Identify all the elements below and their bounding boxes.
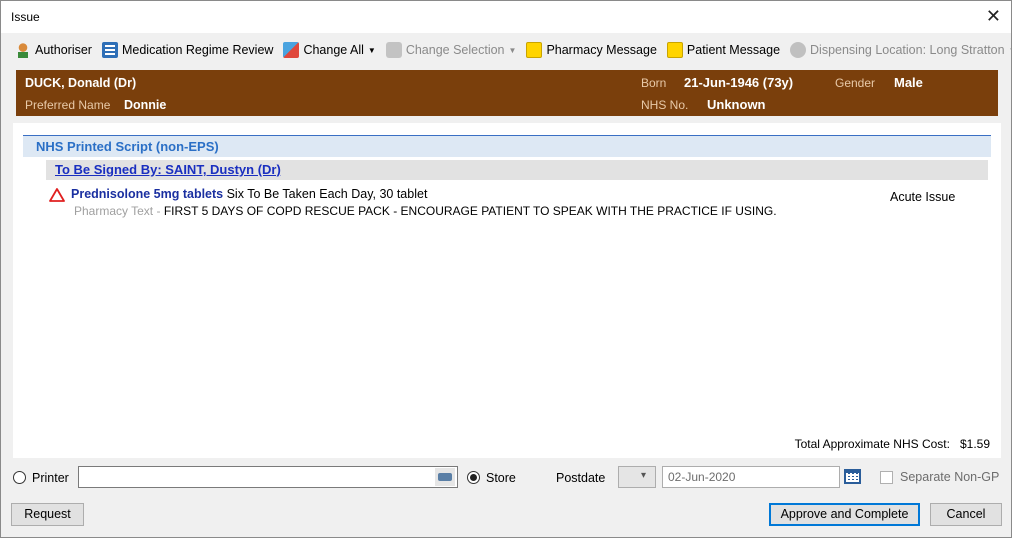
separate-non-gp-label: Separate Non-GP [900, 470, 1000, 484]
signed-by-link[interactable]: To Be Signed By: SAINT, Dustyn (Dr) [55, 162, 281, 177]
patient-message-label: Patient Message [686, 43, 781, 57]
pharmacy-message-button[interactable]: Pharmacy Message [522, 39, 660, 61]
person-icon [15, 42, 31, 58]
calendar-list-icon [101, 42, 118, 58]
request-button[interactable]: Request [11, 503, 84, 526]
printer-input[interactable] [78, 466, 458, 488]
patient-name: DUCK, Donald (Dr) [25, 76, 137, 90]
toolbar: Authoriser Medication Regime Review Chan… [11, 38, 1012, 62]
change-all-button[interactable]: Change All ▼ [279, 39, 379, 61]
issue-dialog: Issue ✕ Authoriser Medication Regime Rev… [0, 0, 1012, 538]
printer-radio[interactable] [13, 471, 26, 484]
pharmacy-message-label: Pharmacy Message [546, 43, 657, 57]
change-selection-label: Change Selection [405, 43, 505, 57]
born-label: Born [641, 76, 667, 90]
section-title: NHS Printed Script (non-EPS) [36, 139, 219, 154]
change-selection-button[interactable]: Change Selection ▼ [382, 39, 521, 61]
signer-row: To Be Signed By: SAINT, Dustyn (Dr) [46, 160, 988, 180]
sticky-note-icon [666, 42, 683, 58]
store-label: Store [486, 471, 516, 485]
section-header: NHS Printed Script (non-EPS) [23, 135, 991, 157]
drug-name: Prednisolone 5mg tablets [71, 187, 224, 201]
authoriser-button[interactable]: Authoriser [11, 39, 96, 61]
patient-message-button[interactable]: Patient Message [663, 39, 784, 61]
medication-regime-review-label: Medication Regime Review [121, 43, 274, 57]
calendar-icon[interactable] [843, 467, 863, 486]
medication-item[interactable]: Prednisolone 5mg tablets Six To Be Taken… [71, 187, 427, 201]
chevron-down-icon: ▼ [367, 45, 376, 55]
nhs-number-label: NHS No. [641, 98, 689, 112]
medication-regime-review-button[interactable]: Medication Regime Review [98, 39, 277, 61]
store-radio[interactable] [467, 471, 480, 484]
patient-banner: DUCK, Donald (Dr) Preferred Name Donnie … [16, 70, 998, 116]
cancel-button[interactable]: Cancel [930, 503, 1002, 526]
script-panel: NHS Printed Script (non-EPS) To Be Signe… [13, 123, 1001, 458]
cost-value: $1.59 [959, 437, 990, 451]
gender-value: Male [894, 75, 923, 90]
drug-dosage: Six To Be Taken Each Day, 30 tablet [223, 187, 428, 201]
close-icon[interactable]: ✕ [986, 6, 1001, 27]
window-title: Issue [11, 10, 40, 24]
change-all-label: Change All [303, 43, 364, 57]
born-value: 21-Jun-1946 (73y) [684, 75, 794, 90]
warning-triangle-icon [49, 188, 65, 202]
gender-label: Gender [835, 76, 876, 90]
title-bar: Issue ✕ [1, 1, 1011, 33]
postdate-label: Postdate [556, 471, 606, 485]
preferred-name-label: Preferred Name [25, 98, 111, 112]
pharmacy-text-value: FIRST 5 DAYS OF COPD RESCUE PACK - ENCOU… [163, 204, 777, 218]
issue-type: Acute Issue [890, 190, 956, 204]
postdate-combo[interactable] [618, 466, 656, 488]
cost-label: Total Approximate NHS Cost: [794, 437, 950, 451]
printer-icon[interactable] [435, 468, 455, 486]
output-options: Printer Store Postdate 02-Jun-2020 Separ… [1, 465, 1012, 491]
change-icon [283, 42, 300, 58]
printer-label: Printer [32, 471, 69, 485]
location-icon [790, 42, 807, 58]
separate-non-gp-checkbox[interactable] [880, 471, 893, 484]
authoriser-label: Authoriser [35, 43, 92, 57]
nhs-number-value: Unknown [707, 97, 766, 112]
postdate-date-field[interactable]: 02-Jun-2020 [662, 466, 840, 488]
preferred-name-value: Donnie [124, 98, 167, 112]
total-cost: Total Approximate NHS Cost: $1.59 [795, 437, 990, 451]
change-selection-icon [385, 42, 402, 58]
chevron-down-icon: ▼ [508, 45, 517, 55]
sticky-note-icon [526, 42, 543, 58]
pharmacy-text-row: Pharmacy Text - FIRST 5 DAYS OF COPD RES… [74, 204, 777, 218]
dispensing-location-label: Dispensing Location: Long Stratton [810, 43, 1005, 57]
chevron-down-icon: ▼ [1009, 46, 1012, 55]
dispensing-location-button[interactable]: Dispensing Location: Long Stratton ▼ [786, 39, 1012, 61]
pharmacy-text-label: Pharmacy Text - [74, 204, 164, 218]
approve-and-complete-button[interactable]: Approve and Complete [769, 503, 920, 526]
